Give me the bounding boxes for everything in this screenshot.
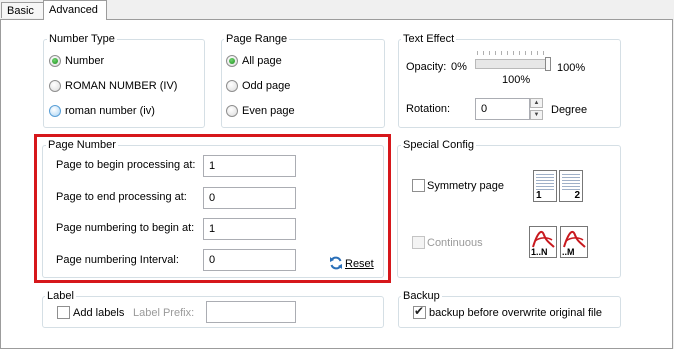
rotation-spinner[interactable]: ▲ ▼ bbox=[530, 98, 543, 120]
symmetry-page-right-icon: 2 bbox=[559, 170, 583, 202]
opacity-slider[interactable] bbox=[475, 59, 551, 69]
page-range-odd-radio[interactable] bbox=[226, 80, 238, 92]
opacity-value-label: 100% bbox=[502, 74, 531, 86]
opacity-slider-thumb[interactable] bbox=[545, 57, 551, 71]
page-range-even-radio[interactable] bbox=[226, 105, 238, 117]
number-type-number-label[interactable]: Number bbox=[65, 54, 104, 68]
special-config-group bbox=[397, 145, 621, 278]
number-type-number-radio[interactable] bbox=[49, 55, 61, 67]
opacity-ticks bbox=[477, 51, 549, 55]
page-range-all-radio[interactable] bbox=[226, 55, 238, 67]
tab-advanced[interactable]: Advanced bbox=[43, 0, 107, 20]
label-prefix-label: Label Prefix: bbox=[133, 307, 195, 319]
page-range-even-label[interactable]: Even page bbox=[242, 104, 295, 118]
page-range-odd-label[interactable]: Odd page bbox=[242, 79, 290, 93]
backup-title: Backup bbox=[401, 290, 442, 303]
number-type-title: Number Type bbox=[47, 33, 117, 46]
number-type-roman-upper-radio[interactable] bbox=[49, 80, 61, 92]
spin-down-icon[interactable]: ▼ bbox=[530, 110, 543, 120]
add-labels-checkbox[interactable] bbox=[57, 306, 70, 319]
highlight-box bbox=[34, 134, 391, 283]
symmetry-label[interactable]: Symmetry page bbox=[427, 179, 504, 193]
page-range-title: Page Range bbox=[224, 33, 290, 46]
tab-basic[interactable]: Basic bbox=[1, 2, 44, 18]
backup-checkbox[interactable] bbox=[413, 304, 426, 319]
page-range-all-label[interactable]: All page bbox=[242, 54, 282, 68]
tab-basic-label: Basic bbox=[7, 5, 34, 17]
opacity-min-label: 0% bbox=[451, 61, 467, 73]
tab-advanced-label: Advanced bbox=[49, 4, 98, 16]
number-type-roman-lower-radio[interactable] bbox=[49, 105, 61, 117]
opacity-max-label: 100% bbox=[557, 62, 586, 74]
pdf-file-icon-2: ..M bbox=[560, 226, 588, 258]
continuous-label[interactable]: Continuous bbox=[427, 236, 483, 250]
tab-bar: Basic Advanced bbox=[0, 0, 674, 20]
pdf-file-icon: 1..N bbox=[529, 226, 557, 258]
continuous-checkbox[interactable] bbox=[412, 236, 425, 249]
text-effect-title: Text Effect bbox=[401, 33, 457, 46]
number-type-roman-lower-label[interactable]: roman number (iv) bbox=[65, 104, 155, 118]
rotation-input[interactable]: 0 bbox=[475, 98, 530, 120]
label-group-title: Label bbox=[45, 290, 76, 303]
label-prefix-input[interactable] bbox=[206, 301, 296, 323]
symmetry-page-left-icon: 1 bbox=[533, 170, 557, 202]
opacity-label: Opacity: bbox=[406, 61, 447, 73]
add-labels-label[interactable]: Add labels bbox=[73, 306, 124, 320]
symmetry-checkbox[interactable] bbox=[412, 179, 425, 192]
special-config-title: Special Config bbox=[401, 139, 476, 152]
number-type-roman-upper-label[interactable]: ROMAN NUMBER (IV) bbox=[65, 79, 177, 93]
rotation-label: Rotation: bbox=[406, 103, 451, 115]
rotation-unit-label: Degree bbox=[551, 104, 588, 116]
backup-label[interactable]: backup before overwrite original file bbox=[429, 306, 602, 320]
spin-up-icon[interactable]: ▲ bbox=[530, 98, 543, 108]
